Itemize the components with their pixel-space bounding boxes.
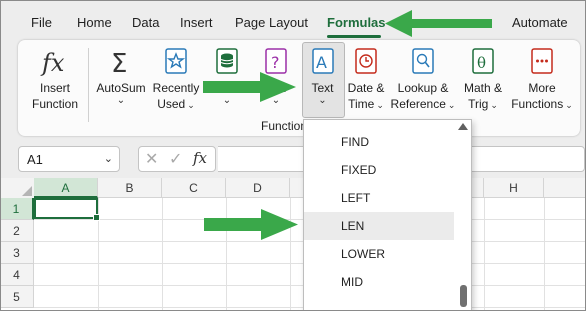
dropdown-item-lower[interactable]: LOWER [304,240,454,268]
recently-used-button[interactable]: Recently Used ⌄ [150,40,202,136]
column-header-b[interactable]: B [98,178,162,198]
fx-icon: fx [38,47,72,82]
svg-text:fx: fx [40,49,65,77]
svg-text:?: ? [271,53,280,72]
text-a-icon: A [311,47,335,82]
select-all-corner[interactable] [0,178,35,199]
star-icon [164,47,188,82]
column-header-h[interactable]: H [484,178,544,198]
date-time-label-1: Date & [347,81,385,95]
dropdown-item-left[interactable]: LEFT [304,184,454,212]
row-header-1[interactable]: 1 [0,198,34,220]
scroll-thumb[interactable] [460,285,467,307]
math-trig-label-2: Trig ⌄ [458,96,508,113]
column-gridline [484,198,485,311]
question-icon: ? [264,47,288,82]
autosum-label: AutoSum [96,81,146,95]
worksheet-grid: A B C D H 1 2 3 4 5 [0,178,586,311]
chevron-down-icon: ⌄ [222,95,232,106]
chevron-down-icon[interactable]: ⌄ [104,152,113,165]
chevron-down-icon: ⌄ [447,100,456,110]
active-tab-indicator [327,35,381,38]
dropdown-scrollbar[interactable] [455,120,471,311]
chevron-down-icon: ⌄ [318,95,327,106]
enter-icon[interactable]: ✓ [169,149,182,169]
column-gridline [226,198,227,311]
logical-label: l [283,81,287,95]
recently-used-label-2: Used ⌄ [150,96,202,113]
column-header-c[interactable]: C [162,178,226,198]
chevron-down-icon: ⌄ [376,100,384,110]
svg-text:θ: θ [477,54,486,72]
active-cell-a1[interactable] [34,198,100,221]
row-header-2[interactable]: 2 [0,220,34,242]
row-header-3[interactable]: 3 [0,242,34,264]
ribbon-tabs: File Home Data Insert Page Layout Formul… [0,10,586,36]
dropdown-item-mid[interactable]: MID [304,268,454,296]
date-time-label-2-text: Time [348,97,375,111]
row-header-5[interactable]: 5 [0,286,34,308]
column-gridline [162,198,163,311]
more-functions-button[interactable]: More Functions ⌄ [508,40,576,136]
more-functions-label-1: More [528,81,556,95]
svg-text:Σ: Σ [111,49,127,77]
row-header-4[interactable]: 4 [0,264,34,286]
recently-used-label-2-text: Used [157,97,186,111]
more-functions-label-2-text: Functions [511,97,564,111]
text-label: Text [311,81,334,95]
insert-function-label-1: Insert [39,81,70,95]
financial-button[interactable]: ⌄ [206,40,248,136]
chevron-down-icon: ⌄ [271,95,281,106]
dropdown-item-find[interactable]: FIND [304,128,454,156]
chevron-down-icon: ⌄ [490,100,498,110]
dropdown-item-fixed[interactable]: FIXED [304,156,454,184]
insert-function-button[interactable]: fx Insert Function [24,40,86,136]
tab-home[interactable]: Home [77,15,112,30]
scroll-up-arrow-icon[interactable] [458,123,468,130]
math-trig-label-1: Math & [463,81,502,95]
recently-used-label-1: Recently [152,81,200,95]
name-box[interactable]: A1 ⌄ [18,146,120,172]
more-functions-label-2: Functions ⌄ [508,96,576,113]
dropdown-item-len[interactable]: LEN [304,212,454,240]
tab-insert[interactable]: Insert [180,15,213,30]
magnifier-icon [411,47,435,82]
fill-handle[interactable] [93,214,100,221]
svg-text:A: A [316,53,327,72]
function-library-group-label: Function [261,119,308,133]
tab-automate[interactable]: Automate [512,15,568,30]
column-header-d[interactable]: D [226,178,290,198]
text-functions-dropdown: FIND FIXED LEFT LEN LOWER MID [303,119,472,311]
tab-file[interactable]: File [31,15,52,30]
tab-data[interactable]: Data [132,15,159,30]
autosum-button[interactable]: Σ AutoSum ⌄ [92,40,150,136]
more-dots-icon [530,47,554,82]
lookup-label-2: Reference ⌄ [390,96,456,113]
tab-formulas[interactable]: Formulas [327,15,386,30]
insert-function-fx-icon[interactable]: fx [193,149,207,167]
chevron-down-icon: ⌄ [187,100,195,110]
cancel-icon[interactable]: ✕ [145,149,158,169]
excel-window: File Home Data Insert Page Layout Formul… [0,0,586,311]
lookup-label-1: Lookup & [397,81,449,95]
sigma-icon: Σ [106,47,136,82]
column-header-a[interactable]: A [34,178,98,198]
select-all-triangle-icon [22,186,32,196]
chevron-down-icon: ⌄ [565,100,573,110]
lookup-label-2-text: Reference [390,97,446,111]
chevron-down-icon: ⌄ [116,95,126,106]
tab-page-layout[interactable]: Page Layout [235,15,308,30]
clock-icon [354,47,378,82]
column-header-i[interactable] [544,178,586,198]
column-gridline [290,198,291,311]
column-gridline [544,198,545,311]
ribbon-separator [88,48,89,122]
math-trig-label-2-text: Trig [468,97,489,111]
formula-bar-controls: ✕ ✓ fx [138,146,216,172]
database-icon [215,47,239,82]
insert-function-label-2: Function [31,97,79,111]
date-time-label-2: Time ⌄ [344,96,388,113]
name-box-value: A1 [27,152,43,167]
theta-icon: θ [471,47,495,82]
